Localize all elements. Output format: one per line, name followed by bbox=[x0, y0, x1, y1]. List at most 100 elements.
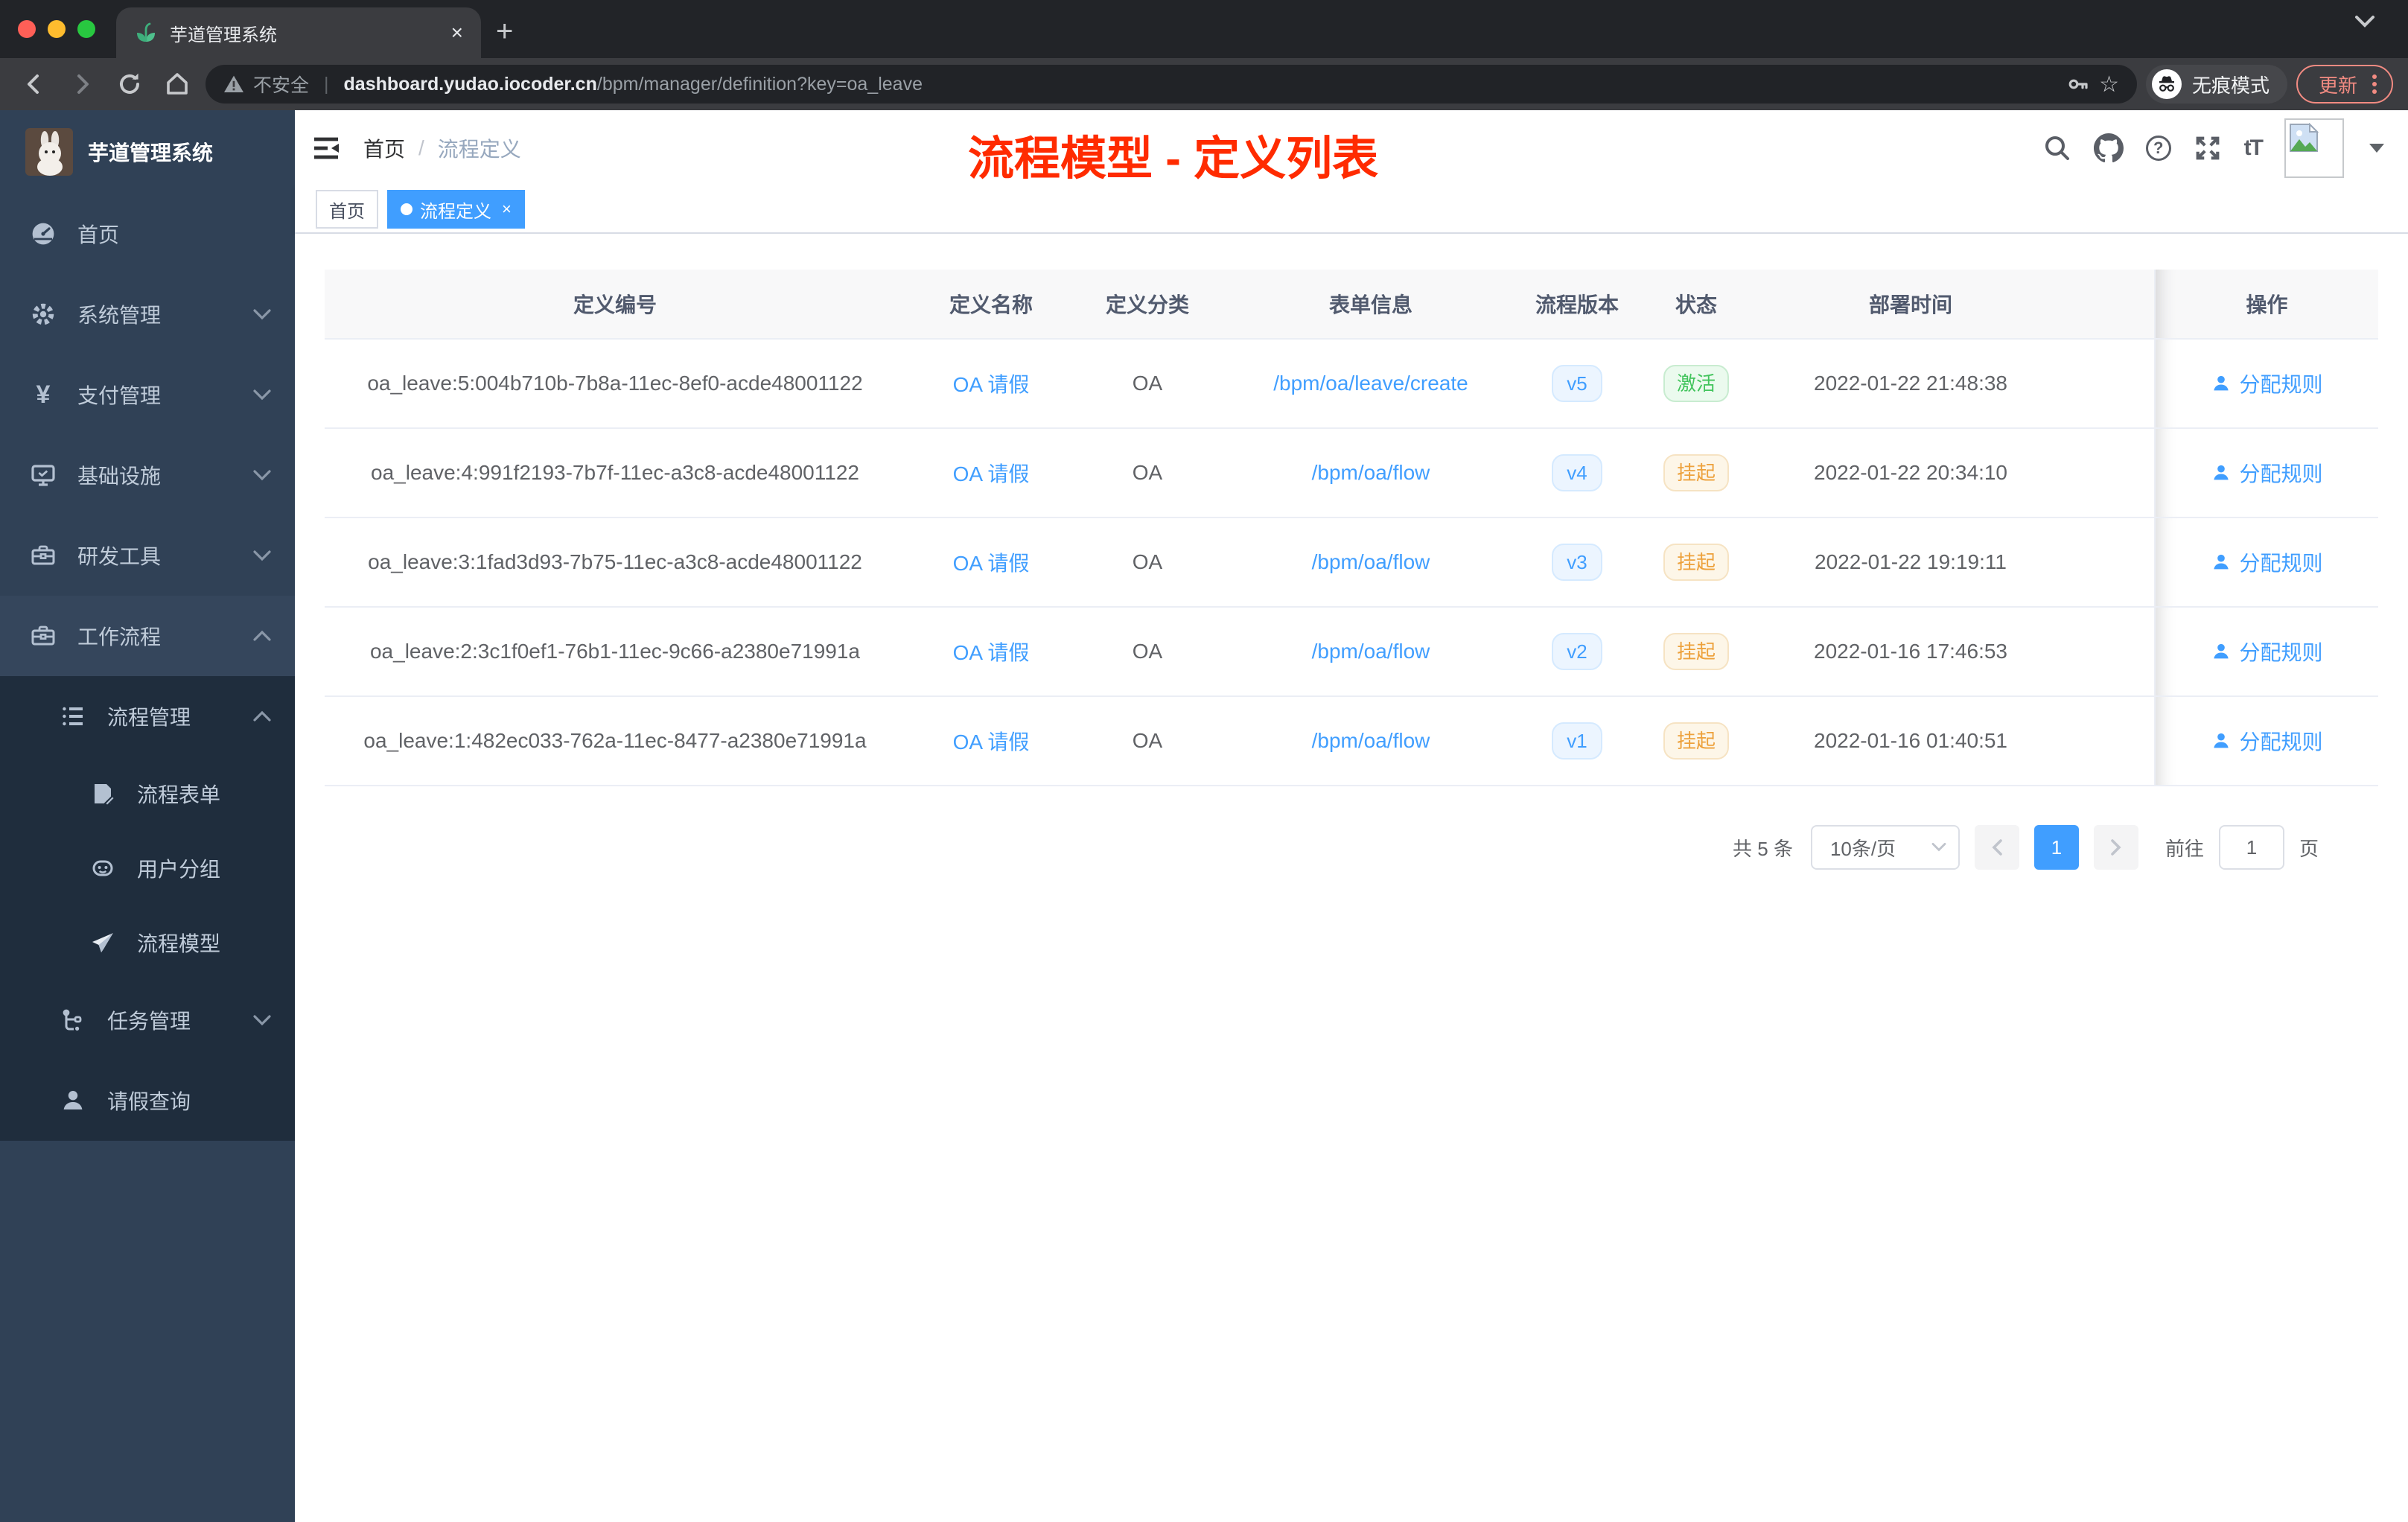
status-badge: 挂起 bbox=[1663, 454, 1729, 491]
sidebar-item-leave-query[interactable]: 请假查询 bbox=[0, 1060, 295, 1141]
forward-icon[interactable] bbox=[63, 65, 101, 104]
toolbox-icon bbox=[30, 542, 57, 569]
favicon-sprout-icon bbox=[134, 21, 158, 45]
workflow-submenu: 流程管理 流程表单 用户分组 流程模型 任务管理 请假查询 bbox=[0, 676, 295, 1141]
search-icon[interactable] bbox=[2043, 134, 2071, 162]
tab-close-icon[interactable]: × bbox=[448, 21, 466, 45]
goto-page-input[interactable] bbox=[2218, 825, 2284, 870]
sidebar-item-user-group[interactable]: 用户分组 bbox=[0, 831, 295, 905]
minimize-window-button[interactable] bbox=[48, 20, 66, 38]
url-path: /bpm/manager/definition?key=oa_leave bbox=[596, 73, 923, 95]
page-number-active[interactable]: 1 bbox=[2033, 825, 2079, 870]
window-controls[interactable] bbox=[0, 0, 116, 58]
sidebar-logo: 芋道管理系统 bbox=[0, 110, 295, 194]
reload-icon[interactable] bbox=[110, 65, 149, 104]
form-link[interactable]: /bpm/oa/flow bbox=[1312, 640, 1430, 663]
back-icon[interactable] bbox=[15, 65, 54, 104]
status-badge: 挂起 bbox=[1663, 633, 1729, 670]
browser-menu-icon[interactable] bbox=[2372, 74, 2377, 94]
chevron-up-icon bbox=[253, 710, 271, 722]
form-link[interactable]: /bpm/oa/flow bbox=[1312, 729, 1430, 752]
status-badge: 挂起 bbox=[1663, 544, 1729, 581]
incognito-label: 无痕模式 bbox=[2191, 74, 2270, 97]
sidebar-item-infra[interactable]: 基础设施 bbox=[0, 435, 295, 515]
screen: 芋道管理系统 × + 不安全 | dashboard.yudao.iocoder… bbox=[0, 0, 2408, 1522]
assign-rule-link[interactable]: 分配规则 bbox=[2211, 458, 2323, 488]
definition-category: OA bbox=[1077, 428, 1218, 518]
next-page-button[interactable] bbox=[2093, 825, 2138, 870]
bookmark-star-icon[interactable]: ☆ bbox=[2099, 71, 2119, 98]
font-size-icon[interactable]: tT bbox=[2244, 136, 2264, 161]
form-link[interactable]: /bpm/oa/flow bbox=[1312, 550, 1430, 573]
sidebar-item-devtools[interactable]: 研发工具 bbox=[0, 515, 295, 596]
new-tab-button[interactable]: + bbox=[481, 16, 531, 58]
page-suffix: 页 bbox=[2299, 837, 2319, 860]
breadcrumb-home[interactable]: 首页 bbox=[363, 133, 405, 163]
collapse-sidebar-icon[interactable] bbox=[310, 132, 343, 165]
assign-rule-link[interactable]: 分配规则 bbox=[2211, 726, 2323, 756]
password-key-icon[interactable] bbox=[2066, 72, 2090, 96]
sidebar-item-task-mgmt[interactable]: 任务管理 bbox=[0, 980, 295, 1060]
content-area: 定义编号 定义名称 定义分类 表单信息 流程版本 状态 部署时间 操作 oa_l… bbox=[295, 234, 2408, 1522]
sidebar: 芋道管理系统 首页 系统管理 ¥ 支付管理 基础设施 研发工具 工作流程 流程管… bbox=[0, 110, 295, 1522]
fullscreen-icon[interactable] bbox=[2194, 134, 2222, 162]
pagination-total: 共 5 条 bbox=[1733, 837, 1793, 860]
paper-plane-icon bbox=[89, 929, 116, 956]
user-icon bbox=[2214, 375, 2229, 390]
sidebar-item-process-form[interactable]: 流程表单 bbox=[0, 757, 295, 831]
sidebar-item-pay[interactable]: ¥ 支付管理 bbox=[0, 354, 295, 435]
insecure-warning-icon[interactable] bbox=[223, 74, 244, 94]
sidebar-item-workflow[interactable]: 工作流程 bbox=[0, 596, 295, 676]
col-form-info: 表单信息 bbox=[1218, 270, 1523, 340]
definition-name-link[interactable]: OA 请假 bbox=[953, 730, 1030, 754]
prev-page-button[interactable] bbox=[1974, 825, 2019, 870]
definition-name-link[interactable]: OA 请假 bbox=[953, 462, 1030, 485]
definition-name-link[interactable]: OA 请假 bbox=[953, 641, 1030, 664]
definition-category: OA bbox=[1077, 607, 1218, 697]
url-domain: dashboard.yudao.iocoder.cn bbox=[343, 73, 597, 95]
version-badge: v4 bbox=[1552, 454, 1602, 491]
github-icon[interactable] bbox=[2093, 133, 2124, 163]
table-row: oa_leave:1:482ec033-762a-11ec-8477-a2380… bbox=[325, 696, 2378, 786]
definition-name-link[interactable]: OA 请假 bbox=[953, 552, 1030, 575]
version-badge: v2 bbox=[1552, 633, 1602, 670]
assign-rule-link[interactable]: 分配规则 bbox=[2211, 637, 2323, 666]
avatar[interactable] bbox=[2284, 118, 2344, 178]
col-deploy-time: 部署时间 bbox=[1762, 270, 2060, 340]
tab-search-chevron-icon[interactable] bbox=[2354, 15, 2375, 28]
tag-close-icon[interactable]: × bbox=[502, 200, 512, 219]
form-link[interactable]: /bpm/oa/flow bbox=[1312, 461, 1430, 484]
help-icon[interactable]: ? bbox=[2145, 136, 2171, 161]
sidebar-item-process-model[interactable]: 流程模型 bbox=[0, 905, 295, 980]
sidebar-item-system[interactable]: 系统管理 bbox=[0, 274, 295, 354]
browser-tab[interactable]: 芋道管理系统 × bbox=[116, 7, 481, 58]
sidebar-item-process-mgmt[interactable]: 流程管理 bbox=[0, 676, 295, 757]
sidebar-item-home[interactable]: 首页 bbox=[0, 194, 295, 274]
definition-id: oa_leave:5:004b710b-7b8a-11ec-8ef0-acde4… bbox=[325, 339, 905, 429]
maximize-window-button[interactable] bbox=[77, 20, 95, 38]
chevron-down-icon bbox=[253, 389, 271, 401]
definition-name-link[interactable]: OA 请假 bbox=[953, 373, 1030, 396]
tag-home[interactable]: 首页 bbox=[316, 190, 378, 229]
browser-update-button[interactable]: 更新 bbox=[2296, 65, 2393, 104]
tag-process-definition[interactable]: 流程定义 × bbox=[387, 190, 525, 229]
address-bar[interactable]: 不安全 | dashboard.yudao.iocoder.cn/bpm/man… bbox=[206, 65, 2137, 104]
insecure-label: 不安全 bbox=[253, 75, 310, 96]
page-size-select[interactable]: 10条/页 bbox=[1810, 825, 1960, 870]
avatar-caret-icon[interactable] bbox=[2369, 144, 2384, 153]
version-badge: v1 bbox=[1552, 722, 1602, 760]
version-badge: v3 bbox=[1552, 544, 1602, 581]
home-icon[interactable] bbox=[158, 65, 197, 104]
definition-category: OA bbox=[1077, 339, 1218, 429]
assign-rule-link[interactable]: 分配规则 bbox=[2211, 547, 2323, 577]
yen-icon: ¥ bbox=[36, 380, 51, 409]
close-window-button[interactable] bbox=[18, 20, 36, 38]
col-status: 状态 bbox=[1631, 270, 1762, 340]
monitor-icon bbox=[30, 462, 57, 488]
form-link[interactable]: /bpm/oa/leave/create bbox=[1273, 372, 1468, 395]
logo-avatar bbox=[25, 128, 73, 176]
update-label[interactable]: 更新 bbox=[2319, 71, 2357, 98]
deploy-time: 2022-01-16 01:40:51 bbox=[1762, 696, 2060, 786]
deploy-time: 2022-01-16 17:46:53 bbox=[1762, 607, 2060, 697]
assign-rule-link[interactable]: 分配规则 bbox=[2211, 369, 2323, 398]
